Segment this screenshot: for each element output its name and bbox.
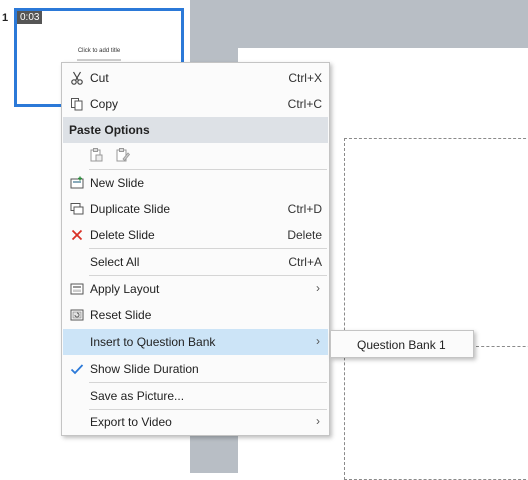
new-slide-icon [68,174,86,192]
scissors-icon [68,69,86,87]
menu-item-shortcut: Ctrl+C [287,97,322,111]
copy-icon [68,95,86,113]
menu-item-label: Delete Slide [90,228,155,242]
menu-item-label: Reset Slide [90,308,152,322]
paste-destination-theme-icon[interactable] [115,147,133,165]
menu-item-label: Export to Video [90,415,172,429]
submenu-arrow-icon: › [316,334,320,348]
menu-item-label: Insert to Question Bank [90,335,216,349]
menu-item-shortcut: Delete [287,228,322,242]
menu-item-label: Save as Picture... [90,389,185,403]
menu-item-copy[interactable]: Copy Ctrl+C [63,91,328,117]
menu-item-label: New Slide [90,176,145,190]
slide-number: 1 [2,12,9,24]
menu-item-cut[interactable]: Cut Ctrl+X [63,65,328,91]
menu-item-save-as-picture[interactable]: Save as Picture... [63,383,328,409]
question-bank-submenu: Question Bank 1 [330,330,474,358]
menu-item-label: Copy [90,97,119,111]
submenu-arrow-icon: › [316,414,320,428]
delete-x-icon [68,226,86,244]
menu-item-reset-slide[interactable]: Reset Slide [63,302,328,328]
paste-keep-format-icon[interactable] [89,147,107,165]
menu-item-select-all[interactable]: Select All Ctrl+A [63,249,328,275]
menu-item-label: Duplicate Slide [90,202,171,216]
menu-item-shortcut: Ctrl+D [287,202,322,216]
menu-item-delete-slide[interactable]: Delete Slide Delete [63,222,328,248]
paste-options-header: Paste Options [63,117,328,143]
submenu-arrow-icon: › [316,281,320,295]
menu-item-label: Show Slide Duration [90,362,199,376]
menu-item-label: Cut [90,71,109,85]
slide-duration-badge: 0:03 [17,11,43,24]
paste-options-row [63,144,328,168]
menu-item-duplicate-slide[interactable]: Duplicate Slide Ctrl+D [63,196,328,222]
menu-item-export-to-video[interactable]: Export to Video › [63,409,328,435]
menu-item-shortcut: Ctrl+A [288,255,322,269]
paste-options-label: Paste Options [69,123,150,137]
menu-item-insert-to-question-bank[interactable]: Insert to Question Bank › [63,329,328,355]
content-placeholder[interactable] [344,138,528,480]
context-menu: Cut Ctrl+X Copy Ctrl+C Paste Options New… [61,62,330,436]
layout-icon [68,280,86,298]
menu-item-label: Apply Layout [90,282,160,296]
placeholder-guide-line [476,346,528,347]
thumbnail-title-placeholder: Click to add title [77,48,121,54]
menu-item-apply-layout[interactable]: Apply Layout › [63,276,328,302]
menu-item-label: Select All [90,255,140,269]
reset-slide-icon [68,306,86,324]
submenu-item-label: Question Bank 1 [357,338,446,352]
menu-item-show-slide-duration[interactable]: Show Slide Duration [63,356,328,382]
duplicate-slide-icon [68,200,86,218]
menu-item-shortcut: Ctrl+X [288,71,322,85]
thumbnail-subtitle-placeholder [77,59,121,61]
menu-item-new-slide[interactable]: New Slide [63,170,328,196]
submenu-item-question-bank-1[interactable]: Question Bank 1 [331,331,473,357]
checkmark-icon [68,360,86,378]
